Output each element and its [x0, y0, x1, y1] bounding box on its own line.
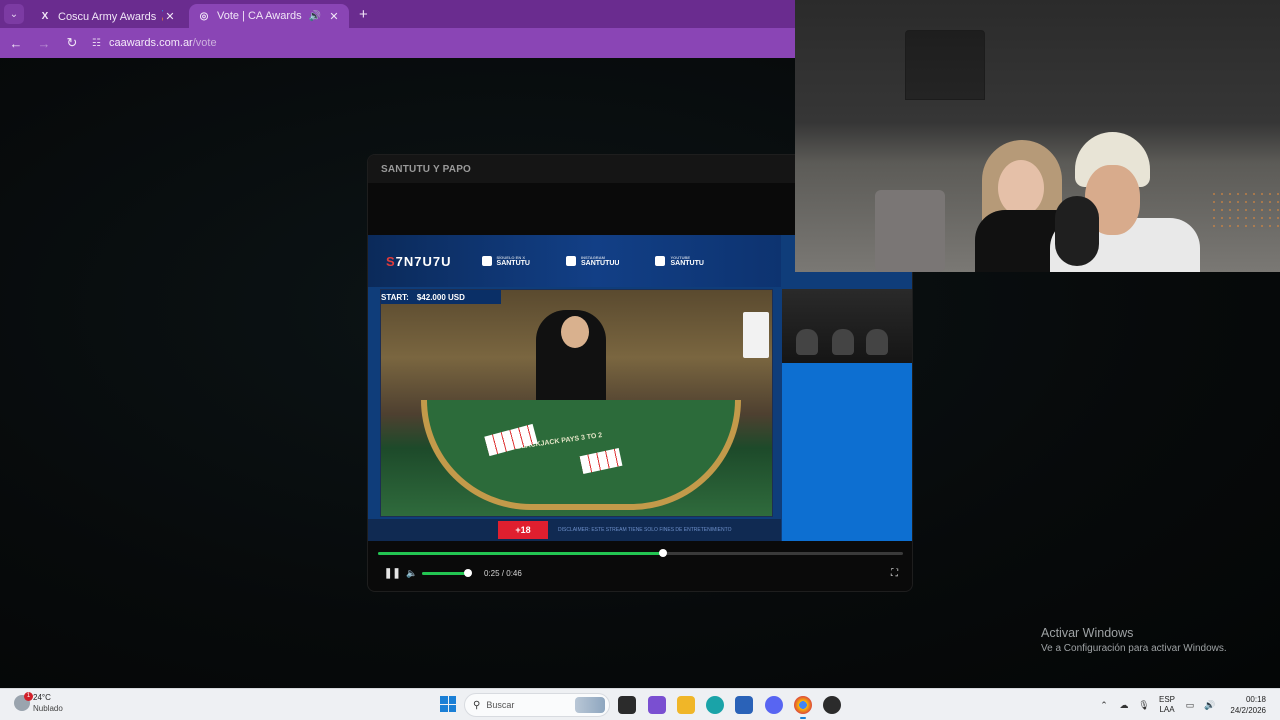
watermark-subtitle: Ve a Configuración para activar Windows. [1041, 643, 1227, 654]
dealer-head [561, 316, 589, 348]
system-tray: ⌃ ☁ 🎙 ESP LAA ▭ 🔊 00:18 24/2/2026 [1094, 689, 1280, 720]
close-tab-icon[interactable]: ✕ [163, 10, 177, 23]
stream-side-panel [782, 363, 912, 541]
person-face [998, 160, 1044, 216]
tab-audio-icon[interactable]: 🔊 [309, 11, 321, 22]
forward-button[interactable]: → [34, 36, 54, 51]
social-youtube: YOUTUBE SANTUTU [655, 255, 704, 267]
disclaimer: DISCLAIMER: ESTE STREAM TIENE SOLO FINES… [558, 527, 732, 533]
watermark-title: Activar Windows [1041, 626, 1134, 640]
clock-date: 24/2/2026 [1230, 706, 1266, 715]
instagram-icon [565, 256, 576, 266]
person [832, 329, 854, 355]
windows-logo-pane [440, 704, 448, 712]
start-balance: START: $42.000 USD [381, 290, 501, 304]
start-button[interactable] [440, 696, 456, 712]
streamer-webcam [795, 0, 1280, 272]
video-progress-bar[interactable] [378, 549, 903, 557]
windows-logo-pane [440, 696, 448, 704]
chair [875, 190, 945, 272]
volume-fill [422, 571, 468, 575]
player-controls: ❚❚ 🔈 0:25 / 0:46 ⛶ [368, 563, 912, 583]
chevron-up-icon[interactable]: ⌃ [1094, 700, 1114, 711]
tab-vote-ca-awards[interactable]: ◎ Vote | CA Awards 🔊 ✕ [189, 4, 349, 28]
taskbar-search[interactable]: ⚲ Buscar [464, 693, 610, 717]
browser-tab-strip: ⌄ X Coscu Army Awards 🏅 on X: " ✕ ◎ Vote… [0, 0, 795, 28]
taskbar: 1 24°C Nublado ⚲ Buscar ⌃ ☁ 🎙 ESP LAA ▭ … [0, 688, 1280, 720]
network-app-icon[interactable]: ☁ [1114, 700, 1134, 711]
youtube-icon [655, 256, 666, 266]
x-icon [481, 256, 492, 266]
chrome-icon[interactable] [794, 696, 812, 714]
social-instagram: INSTAGRAM SANTUTUU [565, 255, 619, 267]
headset [1055, 196, 1099, 266]
weather-widget[interactable]: 1 24°C Nublado [14, 692, 63, 714]
url-path: /vote [192, 37, 217, 49]
person [796, 329, 818, 355]
progress-handle[interactable] [659, 549, 668, 557]
windows-logo-pane [448, 704, 456, 712]
cloud-icon: 1 [14, 692, 33, 711]
discord-icon[interactable] [765, 696, 783, 714]
x-icon: X [41, 10, 49, 22]
tab-title: Vote | CA Awards [217, 10, 302, 22]
search-highlight-image [575, 697, 605, 713]
tab-title: Coscu Army Awards 🏅 on X: " [58, 10, 163, 23]
browser-toolbar: ← → ↻ ☷ caawards.com.ar/vote [0, 28, 795, 58]
acoustic-panel [905, 30, 985, 100]
volume-icon[interactable]: 🔈 [406, 568, 418, 579]
blackjack-game-view: START: $42.000 USD BLACKJACK PAYS 3 TO 2 [380, 289, 773, 517]
display-icon[interactable]: ▭ [1180, 700, 1200, 711]
weather-condition: Nublado [33, 704, 63, 713]
pause-icon[interactable]: ❚❚ [384, 568, 401, 579]
store-icon[interactable] [735, 696, 753, 714]
fullscreen-icon[interactable]: ⛶ [891, 568, 898, 579]
stream-banner: S7N7U7U SÍGUELO EN X SANTUTU INSTAGRAM SAN… [368, 235, 781, 287]
social-x: SÍGUELO EN X SANTUTU [481, 255, 530, 267]
search-placeholder: Buscar [486, 700, 515, 710]
site-info-icon[interactable]: ☷ [92, 38, 101, 49]
stream-logo: S7N7U7U [386, 253, 452, 269]
lang-layout: LAA [1159, 705, 1175, 714]
lang-code: ESP [1158, 695, 1175, 704]
activate-windows-watermark: Activar Windows Ve a Configuración para … [1041, 626, 1227, 654]
address-bar[interactable]: ☷ caawards.com.ar/vote [92, 31, 792, 55]
copilot-icon[interactable] [648, 696, 666, 714]
new-tab-button[interactable]: + [359, 6, 368, 23]
volume-slider[interactable] [422, 568, 472, 577]
edge-icon[interactable] [706, 696, 724, 714]
speaker-icon[interactable]: 🔊 [1200, 700, 1220, 711]
video-frame[interactable]: S7N7U7U SÍGUELO EN X SANTUTU INSTAGRAM SAN… [368, 235, 912, 541]
time-display: 0:25 / 0:46 [484, 568, 522, 578]
tab-search-button[interactable]: ⌄ [4, 4, 24, 24]
tab-coscu-army-awards[interactable]: X Coscu Army Awards 🏅 on X: " ✕ [30, 4, 185, 28]
search-icon: ⚲ [473, 699, 481, 711]
close-tab-icon[interactable]: ✕ [327, 10, 341, 23]
url-domain: caawards.com.ar [108, 37, 193, 49]
progress-fill [378, 552, 664, 555]
language-indicator[interactable]: ESP LAA [1154, 695, 1180, 715]
weather-temp: 24°C [33, 693, 51, 702]
clock[interactable]: 00:18 24/2/2026 [1220, 694, 1280, 716]
facecam-group [782, 289, 912, 363]
background-lights [1210, 190, 1280, 230]
notification-badge: 1 [24, 692, 33, 701]
back-button[interactable]: ← [6, 36, 26, 51]
reload-button[interactable]: ↻ [62, 35, 82, 51]
obs-icon[interactable] [823, 696, 841, 714]
active-app-indicator [800, 717, 806, 719]
caawards-icon: ◎ [199, 10, 209, 22]
age-badge: +18 [498, 521, 548, 539]
screen: ⌄ X Coscu Army Awards 🏅 on X: " ✕ ◎ Vote… [0, 0, 1280, 720]
file-explorer-icon[interactable] [677, 696, 695, 714]
stream-footer: +18 DISCLAIMER: ESTE STREAM TIENE SOLO F… [368, 519, 781, 541]
volume-handle[interactable] [464, 568, 472, 577]
person [866, 329, 888, 355]
card-hud [743, 312, 769, 358]
clock-time: 00:18 [1245, 695, 1266, 704]
task-view-icon[interactable] [618, 696, 636, 714]
microphone-icon[interactable]: 🎙 [1134, 700, 1154, 711]
windows-logo-pane [448, 696, 456, 704]
